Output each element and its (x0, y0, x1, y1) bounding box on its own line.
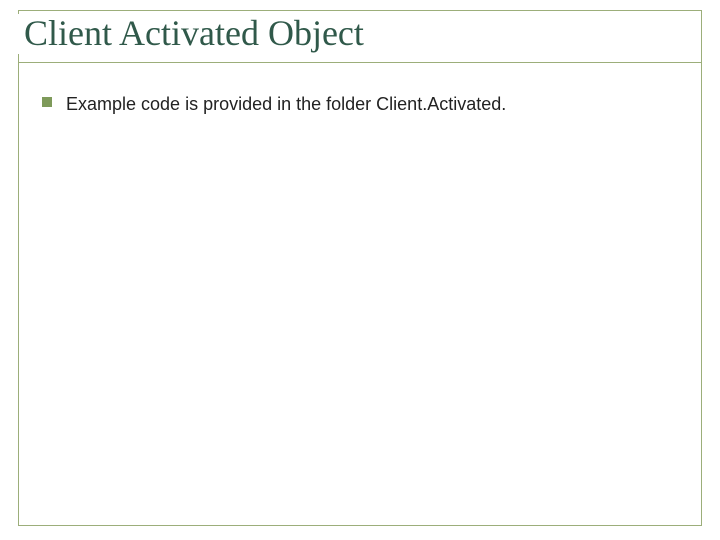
slide-title: Client Activated Object (24, 14, 364, 54)
bullet-item: Example code is provided in the folder C… (42, 92, 678, 116)
slide: Client Activated Object Example code is … (0, 0, 720, 540)
bullet-text: Example code is provided in the folder C… (66, 92, 506, 116)
slide-body: Example code is provided in the folder C… (42, 92, 678, 116)
slide-frame (18, 10, 702, 526)
title-underline (18, 62, 702, 63)
square-bullet-icon (42, 97, 52, 107)
title-container: Client Activated Object (14, 14, 374, 54)
